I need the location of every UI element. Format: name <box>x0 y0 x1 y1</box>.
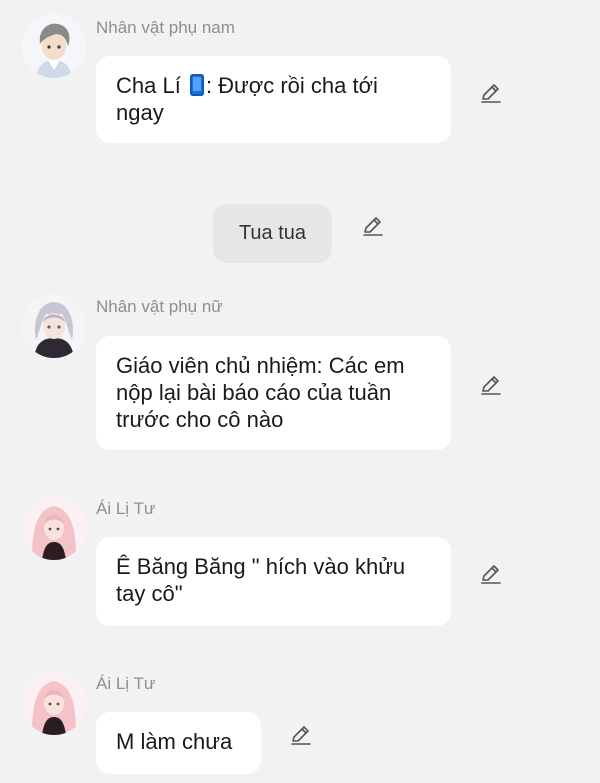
sender-name: Nhân vật phụ nữ <box>96 297 223 316</box>
avatar-male-supporting[interactable] <box>22 14 86 78</box>
message-text: Giáo viên chủ nhiệm: Các em nộp lại bài … <box>116 353 405 432</box>
pencil-edit-icon <box>481 565 501 584</box>
message-text: Ê Băng Băng " hích vào khửu tay cô" <box>116 554 406 606</box>
message-bubble[interactable]: Cha Lí : Được rồi cha tới ngay <box>96 56 451 143</box>
narration-bubble[interactable]: Tua tua <box>213 204 332 263</box>
sender-name: Ái Lị Tư <box>96 674 156 693</box>
message-bubble[interactable]: Giáo viên chủ nhiệm: Các em nộp lại bài … <box>96 336 451 450</box>
avatar-ai-li-tu[interactable] <box>22 496 86 560</box>
edit-message-button[interactable] <box>288 722 314 748</box>
mobile-phone-icon <box>189 74 204 96</box>
edit-message-button[interactable] <box>478 372 504 398</box>
avatar-ai-li-tu[interactable] <box>22 671 86 735</box>
message-bubble[interactable]: Ê Băng Băng " hích vào khửu tay cô" <box>96 537 451 626</box>
edit-message-button[interactable] <box>478 561 504 587</box>
message-bubble[interactable]: M làm chưa <box>96 712 261 774</box>
pencil-edit-icon <box>481 84 501 103</box>
avatar-female-supporting[interactable] <box>22 294 86 358</box>
narration-text: Tua tua <box>238 222 307 244</box>
edit-message-button[interactable] <box>478 80 504 106</box>
message-text: Cha Lí <box>116 73 187 98</box>
edit-narration-button[interactable] <box>360 213 386 239</box>
pencil-edit-icon <box>363 217 383 236</box>
message-text: M làm chưa <box>116 729 233 754</box>
pencil-edit-icon <box>291 726 311 745</box>
sender-name: Nhân vật phụ nam <box>96 18 235 37</box>
sender-name: Ái Lị Tư <box>96 499 156 518</box>
pencil-edit-icon <box>481 376 501 395</box>
